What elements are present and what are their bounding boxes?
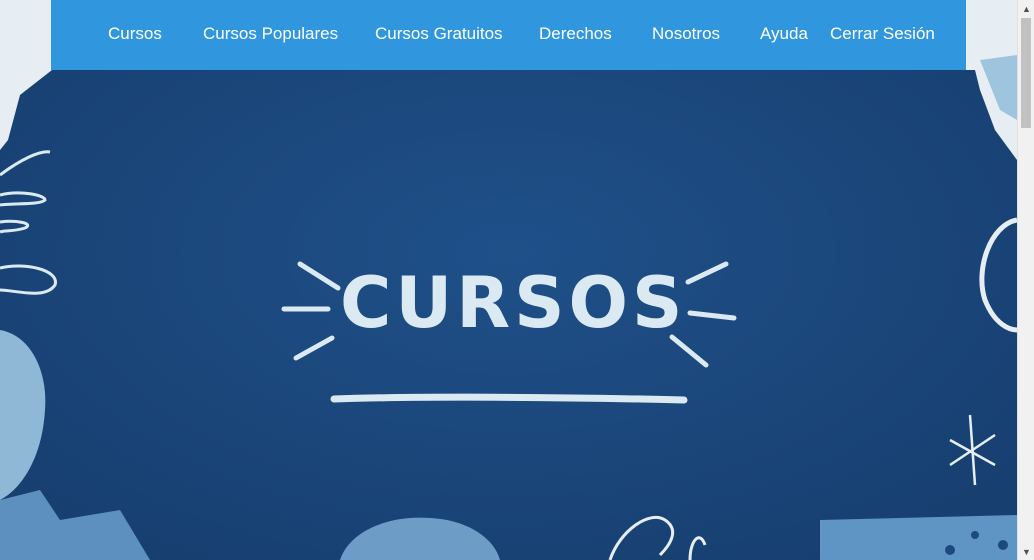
nav-item-cerrar-sesion[interactable]: Cerrar Sesión	[830, 24, 935, 44]
nav-item-derechos[interactable]: Derechos	[539, 24, 612, 44]
page: CURSOS	[0, 0, 1017, 560]
main-navbar: Cursos Cursos Populares Cursos Gratuitos…	[51, 0, 966, 70]
nav-item-cursos-populares[interactable]: Cursos Populares	[203, 24, 338, 44]
hero-title: CURSOS	[340, 262, 687, 344]
dot-2	[971, 531, 979, 539]
nav-item-cursos-gratuitos[interactable]: Cursos Gratuitos	[375, 24, 503, 44]
scrollbar-thumb[interactable]	[1021, 18, 1031, 128]
vertical-scrollbar[interactable]: ▲ ▼	[1017, 0, 1034, 560]
dot-1	[945, 545, 955, 555]
nav-item-nosotros[interactable]: Nosotros	[652, 24, 720, 44]
title-underline	[330, 393, 688, 404]
dot-3	[998, 540, 1008, 550]
nav-item-cursos[interactable]: Cursos	[108, 24, 162, 44]
right-bottom-patch	[820, 515, 1017, 560]
nav-item-ayuda[interactable]: Ayuda	[760, 24, 808, 44]
scroll-up-arrow-icon[interactable]: ▲	[1018, 0, 1034, 17]
scroll-down-arrow-icon[interactable]: ▼	[1018, 543, 1034, 560]
